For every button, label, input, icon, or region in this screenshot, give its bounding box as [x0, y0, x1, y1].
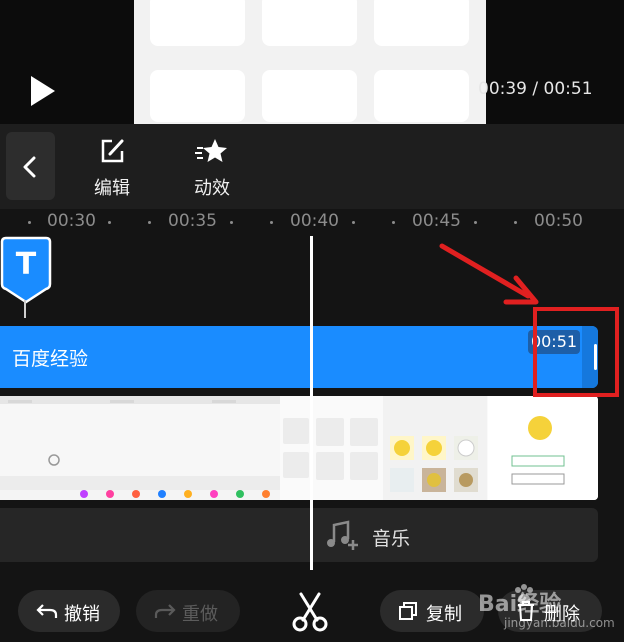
video-thumbnails	[0, 396, 598, 500]
ruler-dot	[352, 221, 355, 224]
ruler-tick: 00:50	[534, 211, 583, 231]
preview-tile	[150, 70, 245, 122]
edit-icon	[101, 139, 124, 163]
watermark-text: Bai经验	[478, 592, 562, 617]
redo-label: 重做	[182, 604, 218, 625]
music-track[interactable]	[0, 508, 598, 562]
ruler-tick: 00:40	[290, 211, 339, 231]
ruler-tick: 00:35	[168, 211, 217, 231]
redo-icon	[154, 604, 176, 618]
watermark-url: jingyan.baidu.com	[504, 616, 615, 630]
ruler-dot	[148, 221, 151, 224]
timeline-ruler[interactable]: 00:30 00:35 00:40 00:45 00:50	[0, 209, 624, 235]
copy-icon	[399, 602, 417, 620]
back-button[interactable]	[6, 132, 55, 200]
text-marker-icon[interactable]: T	[0, 236, 52, 306]
preview-tile	[262, 0, 357, 46]
animation-star-icon	[195, 139, 227, 162]
ruler-dot	[28, 221, 31, 224]
preview-tile	[262, 70, 357, 122]
back-chevron-icon	[23, 156, 36, 178]
time-readout: 00:39 / 00:51	[478, 79, 593, 99]
video-track[interactable]	[0, 396, 598, 500]
edit-button[interactable]: 编辑	[77, 136, 147, 200]
text-clip-label: 百度经验	[12, 348, 89, 370]
ruler-dot	[270, 221, 273, 224]
play-icon[interactable]	[24, 73, 60, 109]
ruler-dot	[392, 221, 395, 224]
scissors-icon[interactable]	[288, 590, 332, 634]
undo-icon	[36, 604, 58, 618]
edit-label: 编辑	[94, 178, 130, 199]
redo-button[interactable]: 重做	[136, 590, 240, 632]
ruler-dot	[230, 221, 233, 224]
animation-label: 动效	[194, 178, 230, 199]
edit-toolbar: 编辑 动效	[0, 124, 624, 209]
text-marker-letter: T	[16, 247, 37, 282]
ruler-dot	[474, 221, 477, 224]
text-clip[interactable]	[0, 326, 598, 388]
annotation-arrow-icon	[439, 243, 539, 305]
preview-tile	[374, 0, 469, 46]
ruler-dot	[108, 221, 111, 224]
preview-tile	[374, 70, 469, 122]
ruler-tick: 00:45	[412, 211, 461, 231]
playhead[interactable]	[310, 236, 313, 570]
undo-button[interactable]: 撤销	[18, 590, 120, 632]
preview-tile	[150, 0, 245, 46]
undo-label: 撤销	[64, 604, 100, 625]
copy-label: 复制	[426, 604, 462, 625]
ruler-tick: 00:30	[47, 211, 96, 231]
music-label: 音乐	[372, 528, 411, 550]
ruler-dot	[514, 221, 517, 224]
marker-stem	[24, 300, 26, 318]
annotation-highlight-box	[533, 307, 619, 397]
preview-frame	[134, 0, 486, 124]
music-add-icon[interactable]	[326, 520, 360, 550]
video-preview[interactable]: 00:39 / 00:51	[0, 0, 624, 124]
baidu-watermark: Bai经验 jingyan.baidu.com	[468, 578, 618, 642]
animation-button[interactable]: 动效	[177, 136, 247, 200]
